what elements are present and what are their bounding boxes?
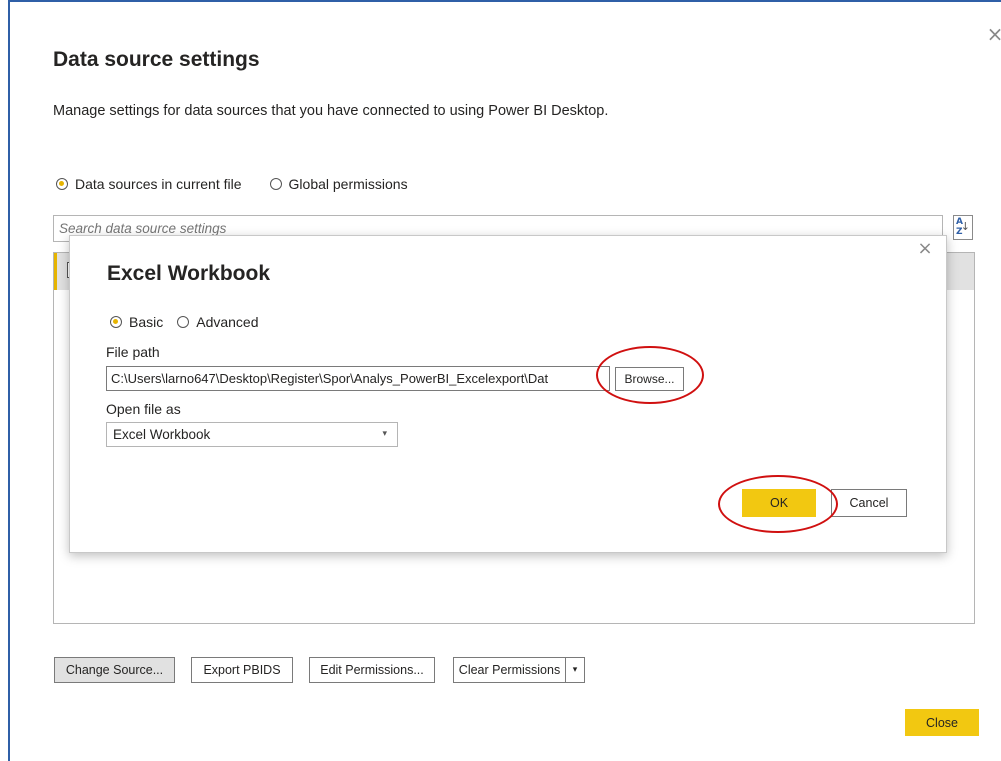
sort-arrow-icon: ↓ [960,220,970,233]
radio-unselected-icon [269,178,282,190]
radio-advanced[interactable]: Advanced [177,314,259,330]
radio-selected-icon [110,316,122,328]
edit-permissions-button[interactable]: Edit Permissions... [309,657,435,683]
radio-label: Advanced [196,314,259,330]
cancel-button[interactable]: Cancel [831,489,907,517]
radio-data-sources-in-current-file[interactable]: Data sources in current file [56,176,242,192]
chevron-down-icon[interactable]: ▾ [565,657,585,683]
radio-selected-icon [56,178,68,190]
select-value: Excel Workbook [113,427,211,442]
file-path-input[interactable] [106,366,610,391]
dialog-description: Manage settings for data sources that yo… [53,103,609,119]
scope-radio-group: Data sources in current file Global perm… [56,176,408,192]
ok-button[interactable]: OK [742,489,816,517]
close-icon[interactable]: × [985,24,1001,44]
dialog-title: Excel Workbook [107,262,270,285]
close-icon[interactable]: × [915,239,935,259]
dialog-title: Data source settings [53,48,260,71]
radio-label: Basic [129,314,164,330]
excel-workbook-dialog: × Excel Workbook Basic Advanced File pat… [69,235,947,553]
radio-unselected-icon [177,316,190,328]
change-source-button[interactable]: Change Source... [54,657,175,683]
close-button[interactable]: Close [905,709,979,736]
clear-permissions-split-button: Clear Permissions ▾ [453,657,585,683]
radio-label: Global permissions [288,176,408,192]
file-path-label: File path [106,344,160,360]
radio-label: Data sources in current file [75,176,242,192]
sort-az-button[interactable]: A Z ↓ [953,215,973,240]
radio-basic[interactable]: Basic [110,314,163,330]
radio-global-permissions[interactable]: Global permissions [269,176,408,192]
chevron-down-icon: ▾ [382,429,387,439]
export-pbids-button[interactable]: Export PBIDS [191,657,293,683]
open-file-as-select[interactable]: Excel Workbook ▾ [106,422,398,447]
browse-button[interactable]: Browse... [615,367,684,391]
open-file-as-label: Open file as [106,401,181,417]
mode-radio-group: Basic Advanced [110,314,259,330]
clear-permissions-button[interactable]: Clear Permissions [453,657,565,683]
